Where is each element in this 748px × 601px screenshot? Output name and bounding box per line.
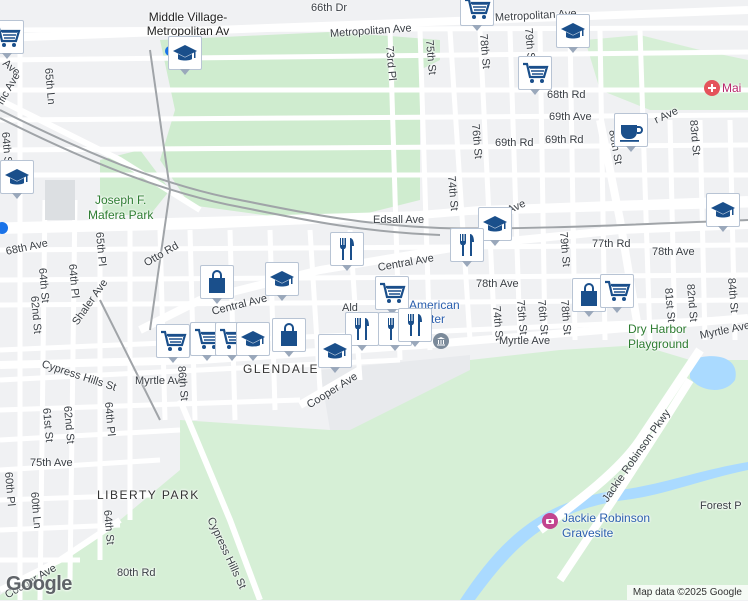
school-icon: [318, 334, 352, 368]
school-icon: [0, 160, 34, 194]
pin-pointer: [330, 367, 340, 373]
school-icon: [168, 36, 202, 70]
pin-pointer: [530, 89, 540, 95]
map-pin[interactable]: [236, 322, 270, 362]
street-label: 80th Rd: [117, 567, 156, 579]
map-pin[interactable]: [272, 318, 306, 358]
map-pin[interactable]: [156, 324, 190, 364]
pin-pointer: [168, 357, 178, 363]
street-label: Edsall Ave: [373, 214, 425, 226]
pin-pointer: [180, 69, 190, 75]
school-icon: [236, 322, 270, 356]
pin-pointer: [12, 193, 22, 199]
street-label: 69th Ave: [549, 111, 592, 123]
map-pin[interactable]: [0, 20, 24, 60]
shopping-bag-icon: [272, 318, 306, 352]
pin-pointer: [612, 307, 622, 313]
pin-pointer: [462, 261, 472, 267]
map-pin[interactable]: [318, 334, 352, 374]
map-pin[interactable]: [398, 308, 432, 348]
street-label: 68th Rd: [547, 89, 586, 101]
restaurant-icon: [330, 232, 364, 266]
pin-pointer: [584, 311, 594, 317]
pin-pointer: [718, 226, 728, 232]
pin-pointer: [490, 240, 500, 246]
map-attribution[interactable]: Map data ©2025 Google: [626, 585, 748, 600]
rail-yard: [45, 180, 75, 220]
poi-label[interactable]: Mai: [722, 81, 741, 95]
station-label: Middle Village-Metropolitan Av: [138, 10, 238, 38]
map-pin[interactable]: [450, 228, 484, 268]
map-pin[interactable]: [265, 262, 299, 302]
map-pin[interactable]: [600, 274, 634, 314]
map-pin[interactable]: [0, 160, 34, 200]
park-label[interactable]: Joseph F. Mafera Park: [88, 193, 153, 223]
school-icon: [265, 262, 299, 296]
street-label: Forest P: [700, 500, 742, 512]
shopping-cart-icon: [0, 20, 24, 54]
school-icon: [556, 14, 590, 48]
map-pin[interactable]: [556, 14, 590, 54]
street-label: Myrtle Ave: [499, 335, 551, 347]
shopping-cart-icon: [600, 274, 634, 308]
street-label: 69th Rd: [545, 134, 584, 146]
street-label: 78th Ave: [652, 246, 695, 258]
map-pin[interactable]: [200, 265, 234, 305]
park-label[interactable]: Dry Harbor Playground: [628, 322, 689, 352]
street-label: 69th Rd: [495, 137, 534, 149]
google-logo: Google: [6, 573, 72, 595]
camera-icon[interactable]: [542, 513, 558, 529]
pin-pointer: [626, 146, 636, 152]
pin-pointer: [472, 25, 482, 31]
pin-pointer: [2, 53, 12, 59]
map-pin[interactable]: [614, 113, 648, 153]
shopping-bag-icon: [200, 265, 234, 299]
pin-pointer: [248, 355, 258, 361]
poi-label[interactable]: Jackie Robinson Gravesite: [562, 511, 650, 541]
pin-pointer: [357, 345, 367, 351]
shopping-cart-icon: [375, 276, 409, 310]
landmark-icon[interactable]: [433, 333, 449, 349]
pin-pointer: [277, 295, 287, 301]
neighborhood-label: LIBERTY PARK: [97, 488, 200, 502]
shopping-cart-icon: [518, 56, 552, 90]
pin-pointer: [202, 355, 212, 361]
station-label-text: Middle Village-Metropolitan Av: [146, 10, 230, 38]
shopping-cart-icon: [156, 324, 190, 358]
pin-pointer: [284, 351, 294, 357]
neighborhood-label: GLENDALE: [243, 362, 320, 376]
street-label: 77th Rd: [592, 238, 631, 250]
street-label: 75th Ave: [30, 457, 73, 469]
map-pin[interactable]: [168, 36, 202, 76]
hospital-icon[interactable]: [704, 80, 720, 96]
pin-pointer: [212, 298, 222, 304]
map-canvas[interactable]: 66th Dr Middle Village-Metropolitan Av M…: [0, 0, 748, 601]
map-pin[interactable]: [460, 0, 494, 32]
coffee-icon: [614, 113, 648, 147]
map-pin[interactable]: [706, 193, 740, 233]
shopping-cart-icon: [460, 0, 494, 26]
school-icon: [706, 193, 740, 227]
restaurant-icon: [450, 228, 484, 262]
street-label: 66th Dr: [311, 2, 348, 14]
map-pin[interactable]: [330, 232, 364, 272]
map-pin[interactable]: [518, 56, 552, 96]
street-label: 78th Ave: [476, 278, 519, 290]
restaurant-icon: [398, 308, 432, 342]
pin-pointer: [342, 265, 352, 271]
pin-pointer: [410, 341, 420, 347]
pin-pointer: [568, 47, 578, 53]
